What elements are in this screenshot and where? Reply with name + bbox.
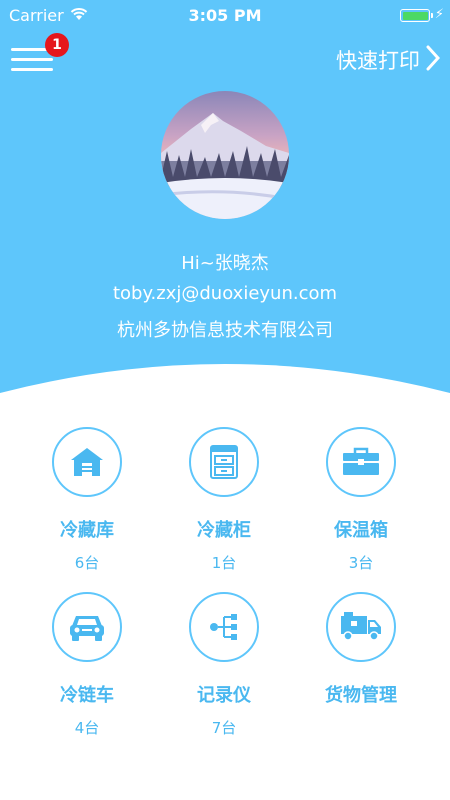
device-name: 冷链车	[60, 685, 114, 706]
user-email: toby.zxj@duoxieyun.com	[112, 283, 338, 304]
battery-icon	[400, 9, 433, 22]
device-cold-chain-car[interactable]: 冷链车 4台	[22, 592, 152, 738]
clock: 3:05 PM	[188, 6, 262, 25]
quick-print-label: 快速打印	[336, 49, 420, 73]
device-name: 冷藏柜	[197, 520, 251, 541]
device-cargo-management[interactable]: 货物管理	[296, 592, 426, 717]
recorder-icon	[189, 592, 259, 662]
device-name: 冷藏库	[60, 520, 114, 541]
device-count: 6台	[74, 554, 100, 572]
device-count: 1台	[211, 554, 237, 572]
truck-icon	[326, 592, 396, 662]
device-name: 记录仪	[197, 685, 251, 706]
device-count: 3台	[348, 554, 374, 572]
company-name: 杭州多协信息技术有限公司	[117, 320, 333, 341]
greeting: Hi~张晓杰	[181, 253, 269, 274]
device-name: 货物管理	[325, 685, 397, 706]
cabinet-icon	[189, 427, 259, 497]
device-recorder[interactable]: 记录仪 7台	[159, 592, 289, 738]
device-cold-cabinet[interactable]: 冷藏柜 1台	[159, 427, 289, 573]
charging-icon: ⚡	[434, 7, 444, 22]
device-insulated-box[interactable]: 保温箱 3台	[296, 427, 426, 573]
device-cold-storage[interactable]: 冷藏库 6台	[22, 427, 152, 573]
avatar[interactable]	[161, 91, 289, 219]
insulated-box-icon	[326, 427, 396, 497]
warehouse-icon	[52, 427, 122, 497]
device-count: 4台	[74, 719, 100, 737]
notification-badge: 1	[45, 33, 69, 57]
status-bar: Carrier 3:05 PM ⚡	[0, 0, 450, 32]
quick-print-button[interactable]: 快速打印	[336, 44, 441, 76]
chevron-right-icon	[426, 45, 441, 76]
car-icon	[52, 592, 122, 662]
device-count: 7台	[211, 719, 237, 737]
device-name: 保温箱	[334, 520, 388, 541]
